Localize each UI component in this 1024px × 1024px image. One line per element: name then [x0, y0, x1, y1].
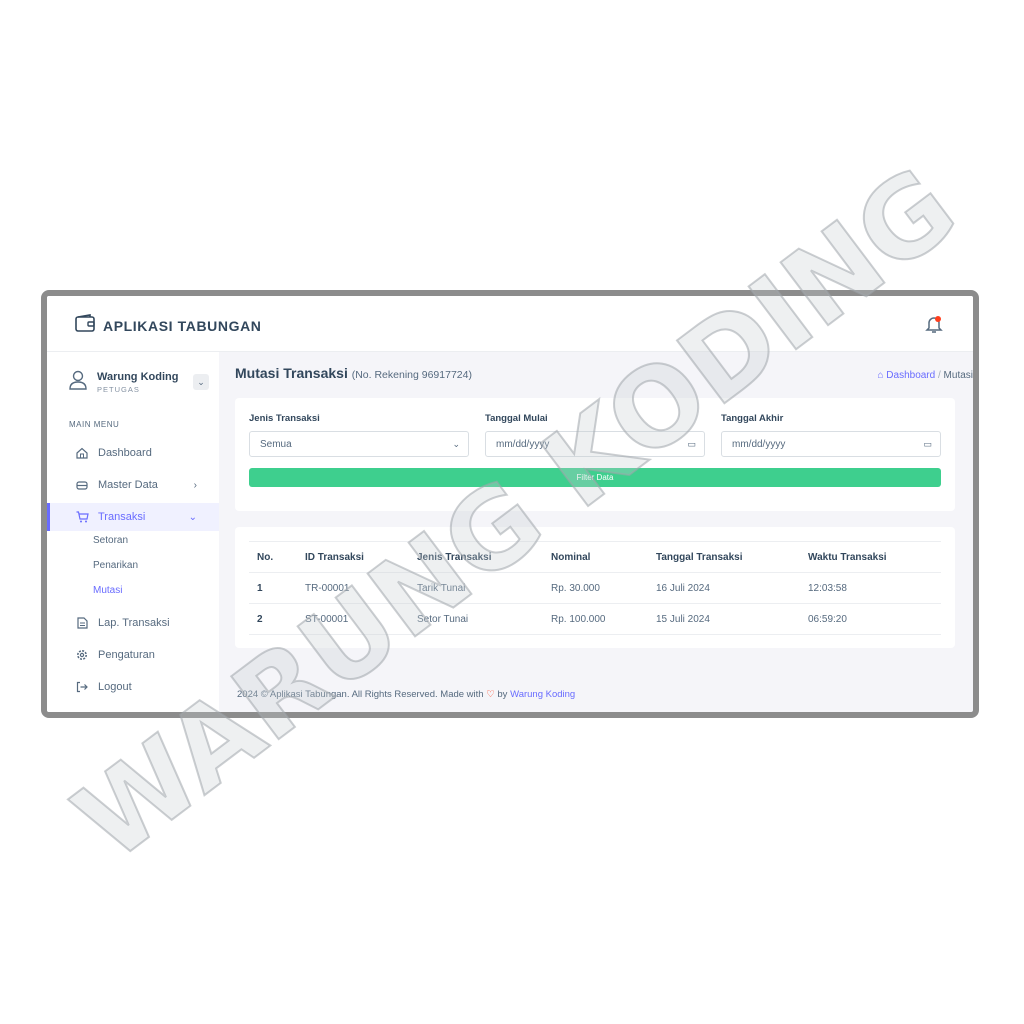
tanggal-akhir-label: Tanggal Akhir [721, 413, 784, 424]
table-cell: Tarik Tunai [409, 572, 543, 604]
menu-section-title: MAIN MENU [69, 420, 120, 429]
logout-icon [75, 680, 89, 694]
footer-text: 2024 © Aplikasi Tabungan. All Rights Res… [237, 689, 484, 700]
table-cell: 16 Juli 2024 [648, 572, 800, 604]
table-cell: 15 Juli 2024 [648, 603, 800, 635]
sidebar-item-label: Dashboard [98, 447, 152, 459]
tanggal-akhir-input[interactable]: mm/dd/yyyy ▭ [721, 431, 941, 457]
sidebar-item-dashboard[interactable]: Dashboard [47, 439, 219, 467]
sidebar: Warung Koding PETUGAS ⌄ MAIN MENU Dashbo… [47, 352, 219, 712]
filter-card: Jenis Transaksi Semua ⌄ Tanggal Mulai mm… [235, 398, 955, 511]
chevron-down-icon: ⌄ [452, 438, 460, 449]
table-cell: 06:59:20 [800, 603, 941, 635]
heart-icon: ♡ [486, 689, 495, 700]
tanggal-akhir-placeholder: mm/dd/yyyy [732, 438, 786, 450]
jenis-transaksi-value: Semua [260, 438, 292, 450]
home-icon [75, 446, 89, 460]
breadcrumb: ⌂ Dashboard / Mutasi [877, 370, 973, 381]
sidebar-item-label: Master Data [98, 479, 158, 491]
sidebar-item-label: Pengaturan [98, 649, 155, 661]
breadcrumb-separator: / [937, 370, 941, 381]
top-navbar: APLIKASI TABUNGAN [47, 296, 973, 352]
home-icon: ⌂ [877, 370, 884, 381]
database-icon [75, 478, 89, 492]
user-icon [69, 370, 87, 395]
table-cell: Rp. 100.000 [543, 603, 648, 635]
sidebar-item-transaksi[interactable]: Transaksi ⌄ [47, 503, 219, 531]
user-role: PETUGAS [97, 384, 140, 394]
table-row: 1 TR-00001 Tarik Tunai Rp. 30.000 16 Jul… [249, 572, 941, 604]
breadcrumb-home-label: Dashboard [886, 370, 936, 381]
column-header: ID Transaksi [297, 541, 409, 573]
breadcrumb-home[interactable]: ⌂ Dashboard [877, 370, 938, 381]
sidebar-item-label: Lap. Transaksi [98, 617, 170, 629]
footer-by: by [497, 689, 508, 700]
cart-icon [75, 510, 89, 524]
table-cell: 2 [249, 603, 297, 635]
jenis-transaksi-select[interactable]: Semua ⌄ [249, 431, 469, 457]
sidebar-item-lap-transaksi[interactable]: Lap. Transaksi [47, 609, 219, 637]
sidebar-subitem-penarikan[interactable]: Penarikan [93, 560, 138, 571]
user-panel[interactable]: Warung Koding PETUGAS ⌄ [69, 366, 209, 398]
footer: 2024 © Aplikasi Tabungan. All Rights Res… [237, 689, 575, 700]
table-cell: ST-00001 [297, 603, 409, 635]
wallet-icon [75, 314, 95, 337]
sidebar-item-pengaturan[interactable]: Pengaturan [47, 641, 219, 669]
sidebar-subitem-mutasi[interactable]: Mutasi [93, 585, 122, 596]
tanggal-mulai-input[interactable]: mm/dd/yyyy ▭ [485, 431, 705, 457]
transactions-table: No. ID Transaksi Jenis Transaksi Nominal… [249, 541, 941, 635]
column-header: No. [249, 541, 297, 573]
table-cell: Rp. 30.000 [543, 572, 648, 604]
column-header: Nominal [543, 541, 648, 573]
app-title: APLIKASI TABUNGAN [103, 317, 262, 334]
table-header-row: No. ID Transaksi Jenis Transaksi Nominal… [249, 541, 941, 573]
tanggal-mulai-label: Tanggal Mulai [485, 413, 548, 424]
table-cell: 12:03:58 [800, 572, 941, 604]
chevron-down-icon[interactable]: ⌄ [193, 374, 209, 390]
column-header: Jenis Transaksi [409, 541, 543, 573]
footer-author-link[interactable]: Warung Koding [510, 689, 575, 700]
table-cell: 1 [249, 572, 297, 604]
page-title-text: Mutasi Transaksi [235, 365, 348, 381]
bell-icon[interactable] [925, 314, 943, 334]
transactions-card: No. ID Transaksi Jenis Transaksi Nominal… [235, 527, 955, 648]
filter-data-button[interactable]: Filter Data [249, 468, 941, 487]
main-content: Mutasi Transaksi (No. Rekening 96917724)… [219, 352, 973, 712]
brand[interactable]: APLIKASI TABUNGAN [75, 314, 262, 337]
page-title: Mutasi Transaksi (No. Rekening 96917724) [235, 365, 472, 381]
column-header: Waktu Transaksi [800, 541, 941, 573]
page-subtitle: (No. Rekening 96917724) [351, 369, 472, 381]
column-header: Tanggal Transaksi [648, 541, 800, 573]
report-icon [75, 616, 89, 630]
sidebar-item-logout[interactable]: Logout [47, 673, 219, 701]
chevron-right-icon: › [193, 479, 197, 491]
sidebar-item-master-data[interactable]: Master Data › [47, 471, 219, 499]
sidebar-item-label: Transaksi [98, 511, 146, 523]
table-cell: TR-00001 [297, 572, 409, 604]
table-cell: Setor Tunai [409, 603, 543, 635]
app-window: APLIKASI TABUNGAN Warung Koding PETUGAS … [41, 290, 979, 718]
sidebar-item-label: Logout [98, 681, 132, 693]
user-name: Warung Koding [97, 370, 179, 383]
calendar-icon[interactable]: ▭ [923, 439, 932, 450]
breadcrumb-current: Mutasi [943, 370, 973, 381]
chevron-down-icon: ⌄ [188, 511, 197, 523]
jenis-transaksi-label: Jenis Transaksi [249, 413, 320, 424]
gear-icon [75, 648, 89, 662]
tanggal-mulai-placeholder: mm/dd/yyyy [496, 438, 550, 450]
sidebar-subitem-setoran[interactable]: Setoran [93, 535, 128, 546]
calendar-icon[interactable]: ▭ [687, 439, 696, 450]
table-row: 2 ST-00001 Setor Tunai Rp. 100.000 15 Ju… [249, 603, 941, 635]
